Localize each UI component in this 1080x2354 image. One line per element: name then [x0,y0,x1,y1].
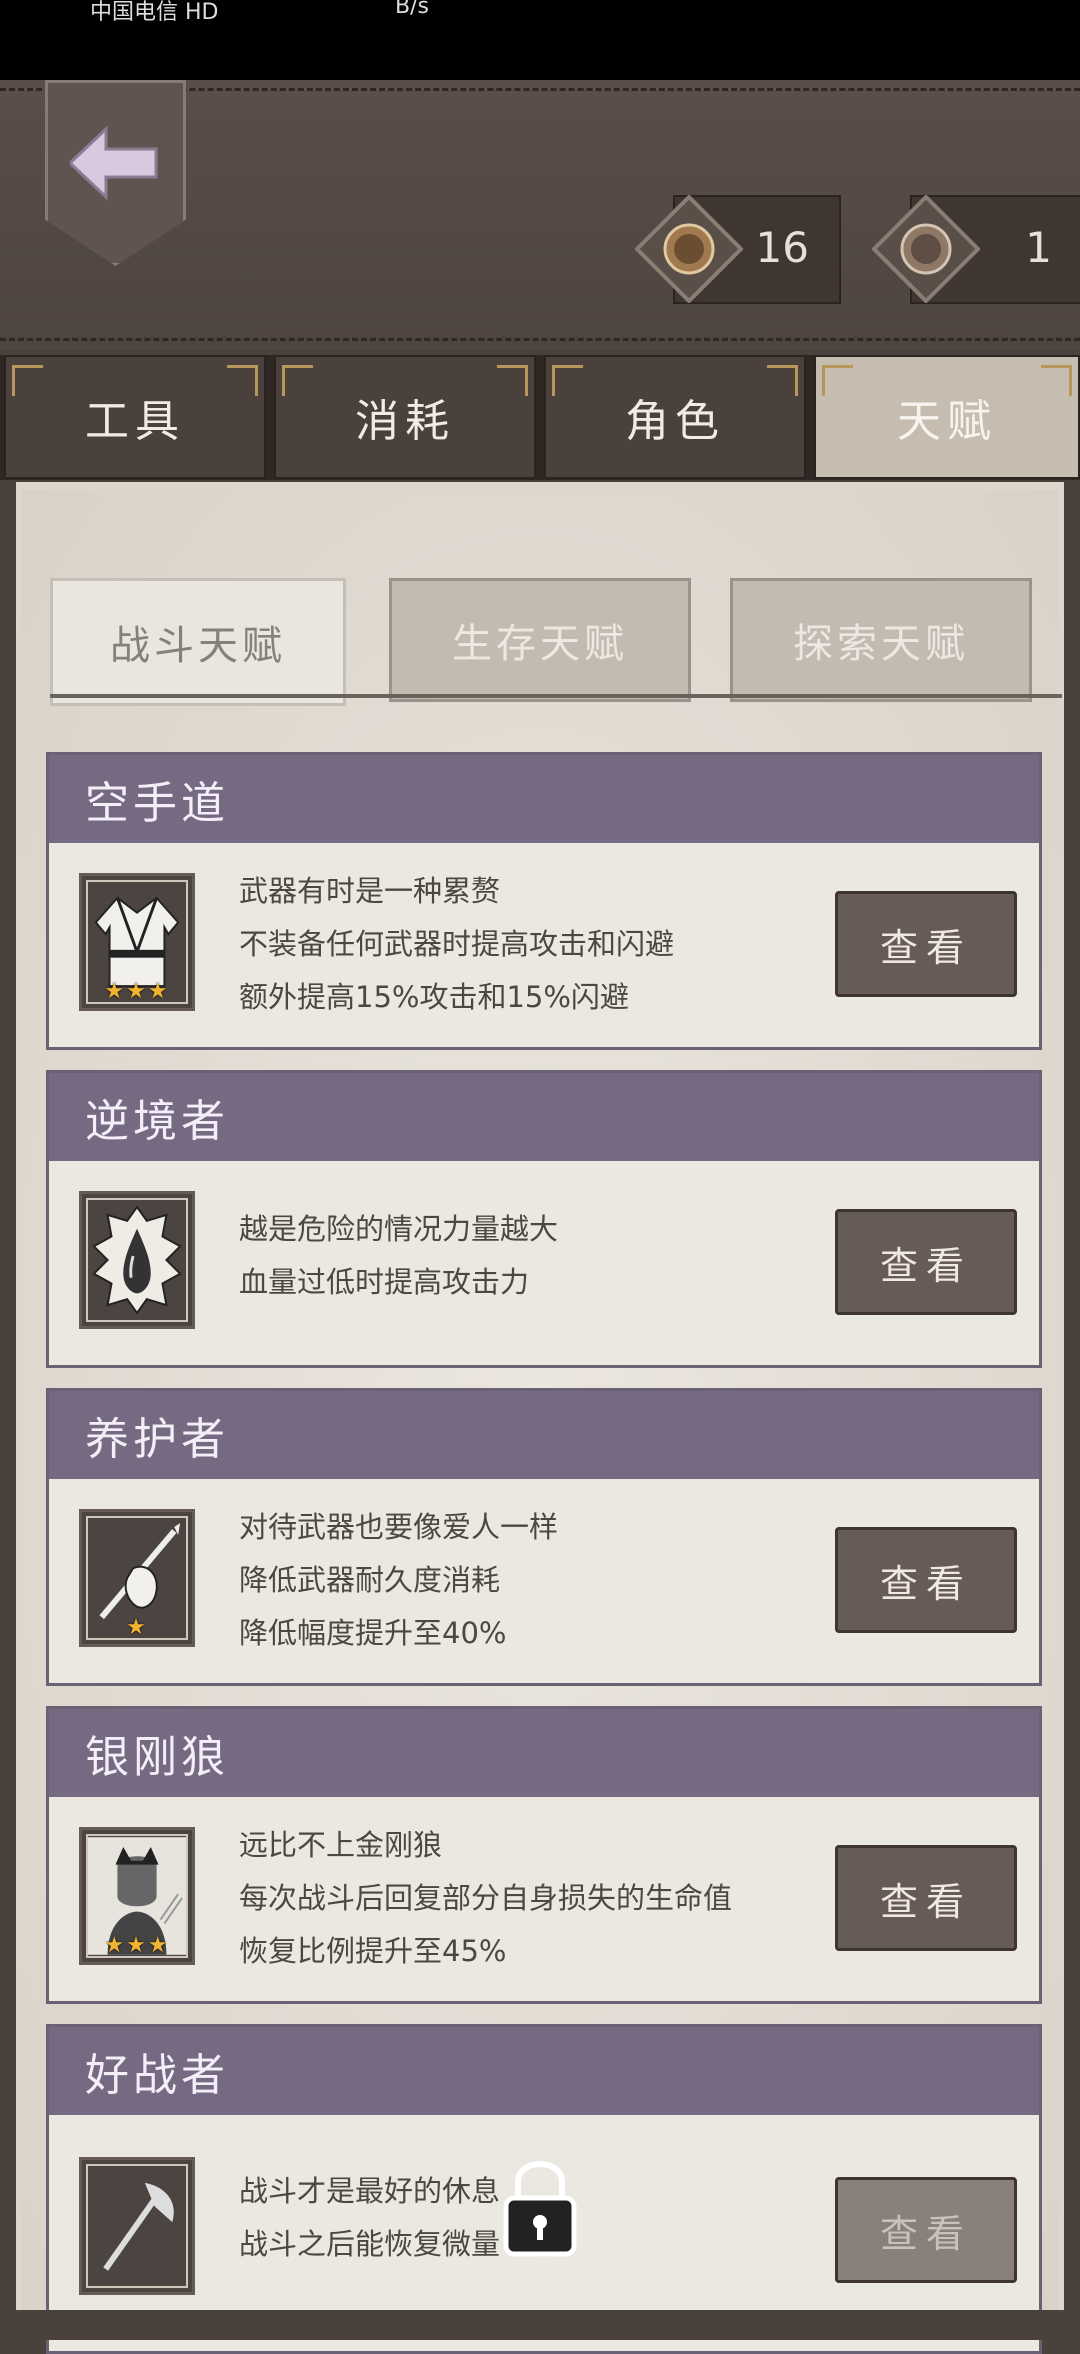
talent-desc-line: 每次战斗后回复部分自身损失的生命值 [239,1881,733,1915]
talent-desc-line: 对待武器也要像爱人一样 [239,1510,559,1544]
talent-title: 养护者 [49,1391,1039,1479]
talent-stars: ★★★ [104,979,170,1004]
talent-card: 逆境者 越是危险的情况力量越大 血量过低时提高攻击力 查看 [46,1070,1042,1368]
talent-stars: ★★★ [104,1933,170,1958]
currency-gold: 16 [635,195,841,304]
talent-desc-line: 降低武器耐久度消耗 [239,1563,501,1597]
currency-silver-count: 1 [1025,223,1052,272]
talent-title: 空手道 [49,755,1039,843]
talent-title: 好战者 [49,2027,1039,2115]
tab-consumables[interactable]: 消耗 [274,355,536,479]
talent-stars: ★ [126,1615,148,1640]
talent-description: 对待武器也要像爱人一样 降低武器耐久度消耗 降低幅度提升至40% [239,1501,558,1660]
view-button[interactable]: 查看 [835,1527,1017,1633]
talent-icon-frame: ★ [79,1509,195,1647]
subtab-divider [50,694,1062,698]
tab-consumables-label: 消耗 [355,396,455,447]
subtab-survival-talents[interactable]: 生存天赋 [389,578,691,702]
view-button[interactable]: 查看 [835,1209,1017,1315]
blood-drop-icon [92,1205,182,1315]
talent-card: 养护者 ★ 对待武器也要像爱人一样 降低武器耐久度消耗 降低幅度提升至40% 查… [46,1388,1042,1686]
subtab-combat-talents[interactable]: 战斗天赋 [50,578,346,706]
subtab-exploration-label: 探索天赋 [793,621,969,667]
back-arrow-icon [70,125,158,201]
view-button[interactable]: 查看 [835,891,1017,997]
tab-characters-label: 角色 [625,396,725,447]
talent-title: 逆境者 [49,1073,1039,1161]
view-button[interactable]: 查看 [835,1845,1017,1951]
talent-desc-line: 远比不上金刚狼 [239,1828,443,1862]
talent-desc-line: 额外提高15%攻击和15%闪避 [239,980,629,1014]
tab-talents[interactable]: 天赋 [814,355,1080,479]
talent-desc-line: 血量过低时提高攻击力 [239,1265,530,1299]
talent-desc-line: 武器有时是一种累赘 [239,874,501,908]
talent-desc-line: 越是危险的情况力量越大 [239,1212,559,1246]
tab-tools[interactable]: 工具 [4,355,266,479]
bottom-border [0,2310,1080,2340]
axe-icon [103,2182,174,2271]
talent-icon-frame [79,2157,195,2295]
coin-medal-icon [635,195,743,303]
talent-card: 空手道 ★★★ 武器有时是一种累赘 不装备任何武器时提高攻击和闪避 额外提高15… [46,752,1042,1050]
category-tabs: 工具 消耗 角色 天赋 [0,355,1080,480]
talent-description: 越是危险的情况力量越大 血量过低时提高攻击力 [239,1203,558,1309]
talent-description: 远比不上金刚狼 每次战斗后回复部分自身损失的生命值 恢复比例提升至45% [239,1819,732,1978]
talent-card: 银刚狼 ★★★ 远比不上金刚狼 每次战斗后回复部分自身损失的生命值 恢复比例提升… [46,1706,1042,2004]
subtab-survival-label: 生存天赋 [452,621,628,667]
carrier-label: 中国电信 HD [90,0,219,25]
status-bar: 中国电信 HD B/s [0,0,1080,80]
talent-description: 武器有时是一种累赘 不装备任何武器时提高攻击和闪避 额外提高15%攻击和15%闪… [239,865,674,1024]
talent-icon-frame: ★★★ [79,873,195,1011]
currency-silver: 1 [872,195,1080,304]
subtab-exploration-talents[interactable]: 探索天赋 [730,578,1032,702]
talent-title: 银刚狼 [49,1709,1039,1797]
talent-icon-frame [79,1191,195,1329]
tab-characters[interactable]: 角色 [544,355,806,479]
tab-talents-label: 天赋 [897,396,997,447]
talent-panel: 战斗天赋 生存天赋 探索天赋 空手道 ★★★ 武器有时是一种累赘 不装备任何武器… [16,482,1064,2354]
talent-desc-line: 恢复比例提升至45% [239,1934,507,1968]
talent-icon-frame: ★★★ [79,1827,195,1965]
padlock-icon [503,2161,577,2257]
coin-medal-silver-icon [872,195,980,303]
tab-tools-label: 工具 [85,396,185,447]
subtab-combat-label: 战斗天赋 [110,623,286,669]
network-speed: B/s [395,0,429,19]
currency-gold-count: 16 [755,223,809,272]
view-button[interactable]: 查看 [835,2177,1017,2283]
talent-desc-line: 降低幅度提升至40% [239,1616,507,1650]
talent-desc-line: 不装备任何武器时提高攻击和闪避 [239,927,675,961]
